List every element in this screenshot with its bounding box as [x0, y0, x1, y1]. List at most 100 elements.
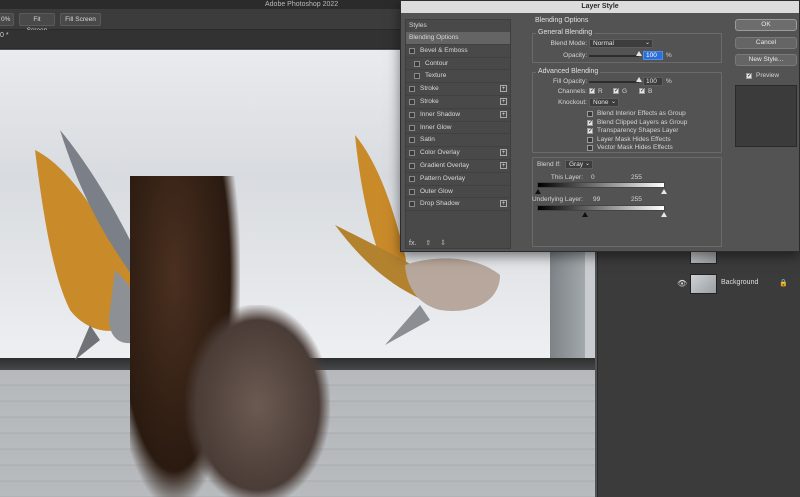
fit-screen-button[interactable]: Fit Screen: [19, 13, 55, 34]
add-style-icon[interactable]: +: [500, 110, 507, 118]
zoom-field[interactable]: 0%: [0, 13, 14, 26]
blend-if-label: Blend If:: [537, 161, 561, 168]
blend-if-group: Blend If: Gray ⌄ This Layer: 0 255 Underl…: [532, 157, 722, 247]
opacity-pct: %: [666, 52, 672, 59]
add-style-icon[interactable]: +: [500, 98, 507, 105]
this-layer-gradient-bar[interactable]: [537, 182, 665, 188]
blend-mode-label: Blend Mode:: [550, 40, 588, 47]
chevron-down-icon: ⌄: [610, 99, 616, 105]
style-checkbox[interactable]: [409, 201, 415, 208]
style-item[interactable]: Drop Shadow +: [406, 198, 510, 212]
style-item-label: Contour: [425, 59, 449, 67]
style-checkbox[interactable]: [409, 175, 415, 182]
style-item-label: Outer Glow: [420, 187, 453, 195]
style-checkbox[interactable]: [409, 188, 415, 195]
style-item-label: Inner Glow: [420, 123, 452, 131]
style-item[interactable]: Bevel & Emboss: [406, 45, 510, 58]
style-item-label: Inner Shadow: [420, 110, 461, 118]
layers-panel-area: [673, 230, 800, 497]
opacity-label: Opacity:: [563, 52, 587, 59]
fill-opacity-label: Fill Opacity:: [553, 78, 587, 85]
add-style-icon[interactable]: +: [500, 149, 507, 157]
fx-icon[interactable]: fx.: [409, 240, 416, 247]
channel-r-label: R: [598, 88, 603, 95]
ok-button[interactable]: OK: [735, 19, 797, 31]
style-item[interactable]: Gradient Overlay +: [406, 160, 510, 173]
fill-opacity-pct: %: [666, 78, 672, 85]
style-item[interactable]: Blending Options: [406, 32, 510, 45]
app-title: Adobe Photoshop 2022: [265, 1, 339, 8]
general-blending-group: General Blending Blend Mode: Normal ⌄ Opa…: [532, 29, 722, 63]
channel-r-checkbox[interactable]: ✓: [589, 88, 595, 94]
style-item[interactable]: Pattern Overlay: [406, 173, 510, 186]
style-checkbox[interactable]: [409, 47, 415, 54]
opacity-slider[interactable]: [589, 55, 639, 57]
underlying-gradient-bar[interactable]: [537, 205, 665, 211]
underlying-black-thumb[interactable]: [582, 212, 588, 217]
this-layer-black-thumb[interactable]: [535, 189, 541, 194]
move-down-icon[interactable]: ⇩: [440, 240, 446, 247]
add-style-icon[interactable]: +: [500, 200, 507, 208]
style-item-label: Gradient Overlay: [420, 162, 470, 169]
this-layer-label: This Layer:: [550, 174, 583, 181]
cancel-button[interactable]: Cancel: [735, 37, 797, 49]
fill-screen-button[interactable]: Fill Screen: [60, 13, 101, 26]
preview-label: Preview: [756, 72, 780, 79]
style-item-label: Bevel & Emboss: [420, 46, 468, 54]
style-checkbox[interactable]: [409, 99, 415, 105]
channel-b-checkbox[interactable]: ✓: [639, 88, 645, 94]
style-checkbox[interactable]: [409, 137, 415, 144]
blend-mode-select[interactable]: Normal ⌄: [589, 39, 653, 48]
advanced-option-label: Layer Mask Hides Effects: [597, 135, 671, 143]
layer-name: Background: [721, 279, 759, 286]
style-item[interactable]: Stroke +: [406, 96, 510, 109]
opacity-field[interactable]: 100: [643, 51, 663, 60]
this-layer-white-thumb[interactable]: [661, 189, 667, 194]
style-item-label: Drop Shadow: [420, 200, 460, 208]
blend-if-select[interactable]: Gray ⌄: [565, 160, 593, 169]
style-item[interactable]: Satin: [406, 134, 510, 148]
dialog-title: Layer Style: [401, 1, 799, 13]
style-item[interactable]: Contour: [406, 58, 510, 71]
add-style-icon[interactable]: +: [500, 85, 507, 93]
fill-opacity-slider-thumb[interactable]: [636, 77, 642, 82]
style-item-label: Pattern Overlay: [420, 174, 466, 182]
style-checkbox[interactable]: [409, 111, 415, 118]
advanced-option-checkbox[interactable]: [587, 145, 593, 151]
move-up-icon[interactable]: ⇧: [425, 240, 431, 247]
advanced-option-checkbox[interactable]: [587, 136, 593, 143]
style-checkbox[interactable]: [409, 124, 415, 131]
style-item[interactable]: Inner Glow: [406, 122, 510, 135]
style-item[interactable]: Color Overlay +: [406, 147, 510, 160]
style-checkbox[interactable]: [414, 60, 420, 67]
style-item[interactable]: Inner Shadow +: [406, 109, 510, 122]
style-item[interactable]: Texture: [406, 70, 510, 84]
advanced-option-checkbox[interactable]: ✓: [587, 128, 593, 134]
advanced-option-checkbox[interactable]: [587, 111, 593, 117]
styles-footer: fx. ⇧ ⇩: [409, 239, 453, 247]
eye-icon[interactable]: 👁: [677, 279, 687, 288]
style-item[interactable]: Stroke +: [406, 83, 510, 96]
advanced-option-checkbox[interactable]: ✓: [587, 119, 593, 126]
channel-g-label: G: [622, 88, 628, 95]
lock-icon[interactable]: 🔒: [779, 279, 788, 287]
new-style-button[interactable]: New Style...: [735, 54, 797, 66]
knockout-select[interactable]: None ⌄: [589, 98, 619, 107]
fill-opacity-field[interactable]: 100: [643, 77, 663, 86]
layer-row-background[interactable]: 👁 Background 🔒: [673, 272, 800, 296]
style-item[interactable]: Outer Glow: [406, 186, 510, 199]
underlying-layer-label: Underlying Layer:: [532, 196, 583, 203]
chevron-down-icon: ⌄: [644, 40, 650, 46]
style-checkbox[interactable]: [414, 73, 420, 80]
add-style-icon[interactable]: +: [500, 162, 507, 169]
channels-label: Channels:: [557, 88, 587, 95]
channel-g-checkbox[interactable]: ✓: [613, 88, 619, 94]
style-checkbox[interactable]: [409, 86, 415, 93]
style-checkbox[interactable]: [409, 163, 415, 169]
document-tab[interactable]: 0 *: [0, 32, 9, 39]
preview-checkbox[interactable]: ✓: [746, 73, 752, 79]
style-checkbox[interactable]: [409, 150, 415, 157]
underlying-white-thumb[interactable]: [661, 212, 667, 217]
fill-opacity-slider[interactable]: [589, 81, 639, 83]
opacity-slider-thumb[interactable]: [636, 51, 642, 56]
